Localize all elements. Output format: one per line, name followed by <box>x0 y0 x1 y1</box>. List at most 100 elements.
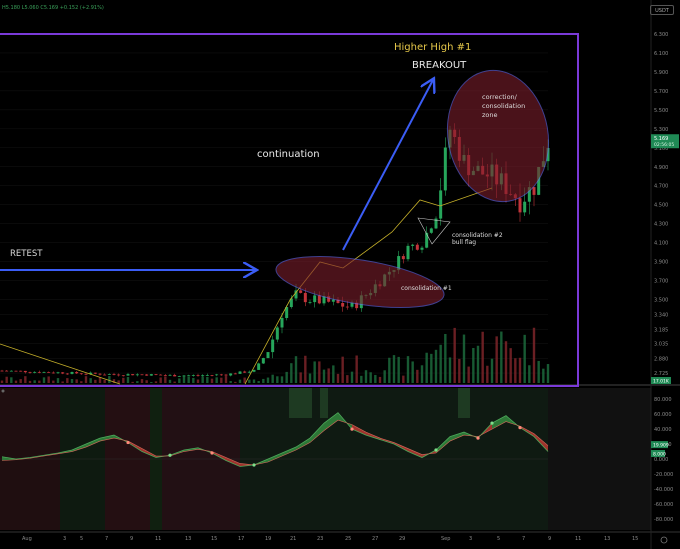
oscillator-cross-dot <box>252 463 256 467</box>
volume-bar <box>416 369 419 383</box>
time-axis-label: 21 <box>290 536 296 542</box>
volume-bar <box>224 376 228 383</box>
price-axis-label: 3.035 <box>654 342 668 348</box>
price-axis-label: 4.500 <box>654 203 668 209</box>
price-candle <box>182 375 186 377</box>
oscillator-cross-dot <box>126 440 130 445</box>
volume-bar <box>145 380 148 383</box>
volume-bar <box>19 379 22 383</box>
price-axis-label: 2.880 <box>654 356 668 362</box>
volume-bar <box>201 376 204 383</box>
price-candle <box>173 374 177 377</box>
volume-bar <box>523 334 526 383</box>
volume-bar <box>70 379 74 383</box>
volume-bar <box>33 380 36 383</box>
price-candle <box>429 228 433 233</box>
volume-bar <box>299 372 302 383</box>
volume-bar <box>243 377 246 383</box>
price-candle <box>341 303 345 307</box>
price-candle <box>163 375 167 376</box>
volume-badge-value: 17.01K <box>653 379 670 385</box>
price-candle <box>439 190 443 219</box>
volume-bar <box>290 363 293 383</box>
trading-chart[interactable]: Higher High #1 BREAKOUT correction/consoli… <box>0 0 680 549</box>
volume-bar <box>350 371 354 383</box>
oscillator-axis-label: -20.000 <box>654 472 673 478</box>
volume-bar <box>490 358 494 383</box>
price-candle <box>65 373 69 375</box>
time-axis-label: 15 <box>632 536 638 542</box>
volume-bar <box>248 379 251 383</box>
oscillator-highlight-band <box>320 388 328 418</box>
oscillator-axis-label: -40.000 <box>654 487 673 493</box>
volume-bar <box>318 361 321 383</box>
price-candle <box>187 375 191 377</box>
oscillator-axis-label: 60.000 <box>654 412 672 418</box>
volume-bar <box>94 379 97 383</box>
price-candle <box>28 372 32 373</box>
time-axis-label: 11 <box>155 536 161 542</box>
currency-selector[interactable]: USDT <box>650 5 674 15</box>
volume-bar <box>476 345 480 383</box>
annotation-correction-zone: consolidation <box>482 102 525 110</box>
price-candle <box>229 373 233 376</box>
price-candle <box>56 372 60 374</box>
price-candle <box>23 370 27 373</box>
price-candle <box>308 302 312 303</box>
volume-bar <box>509 348 512 383</box>
price-candle <box>443 147 447 191</box>
volume-bar <box>504 341 508 383</box>
price-candle <box>518 198 522 213</box>
volume-bar <box>364 370 368 383</box>
annotation-higher-high: Higher High #1 <box>394 42 471 53</box>
price-candle <box>406 245 410 260</box>
price-candle <box>201 375 205 377</box>
price-axis-label: 3.340 <box>654 313 668 319</box>
price-candle <box>19 370 23 372</box>
volume-bar <box>425 352 428 383</box>
volume-bar <box>341 356 344 383</box>
volume-bar <box>196 379 200 383</box>
volume-bar <box>42 377 46 383</box>
volume-bar <box>472 347 475 383</box>
volume-bar <box>220 377 223 383</box>
price-candle <box>145 374 149 376</box>
volume-bar <box>430 353 433 383</box>
volume-bar <box>252 379 256 383</box>
price-candle <box>280 318 284 328</box>
price-candle <box>303 292 307 303</box>
price-candle <box>177 376 181 377</box>
price-axis-label: 3.185 <box>654 327 668 333</box>
volume-bar <box>122 377 125 383</box>
volume-bar <box>24 376 27 383</box>
last-price-badge-value: 5.169 <box>654 136 668 142</box>
volume-bar <box>210 378 214 383</box>
annotation-retest: RETEST <box>10 249 43 259</box>
volume-bar <box>481 331 484 383</box>
price-candle <box>14 370 18 372</box>
volume-bar <box>164 376 167 383</box>
volume-bar <box>355 355 358 383</box>
price-candle <box>112 374 116 375</box>
price-candle <box>261 358 265 364</box>
price-candle <box>5 370 9 372</box>
volume-bar <box>61 381 64 383</box>
time-axis-label: 9 <box>548 536 551 542</box>
volume-bar <box>322 369 326 383</box>
volume-bar <box>10 377 13 383</box>
price-candle <box>117 374 121 376</box>
volume-bar <box>462 334 466 383</box>
volume-bar <box>383 370 386 383</box>
volume-bar <box>518 357 522 383</box>
price-axis-label: 5.300 <box>654 127 668 133</box>
volume-bar <box>84 376 88 383</box>
annotation-consolidation-2: consolidation #2 <box>452 232 503 239</box>
price-candle <box>42 371 46 373</box>
volume-bar <box>467 366 470 383</box>
volume-bar <box>528 365 531 383</box>
volume-bar <box>75 379 78 383</box>
volume-bar <box>66 378 69 383</box>
annotation-consolidation-2: bull flag <box>452 239 476 246</box>
oscillator-cross-dot <box>518 426 522 430</box>
volume-bar <box>56 378 60 383</box>
